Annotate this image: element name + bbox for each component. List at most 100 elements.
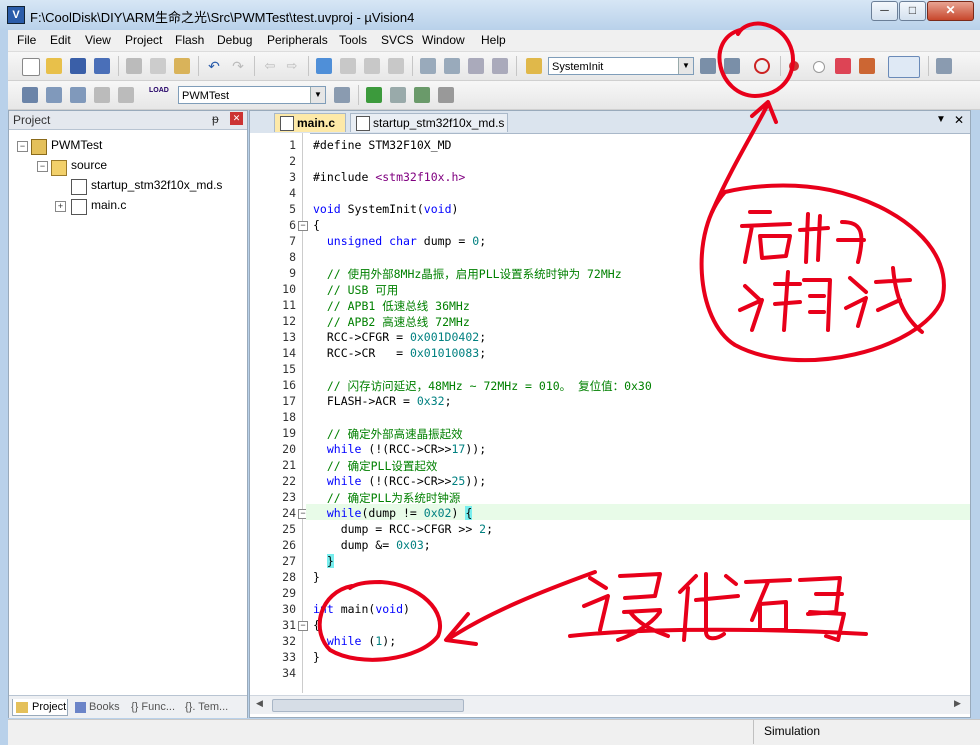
menu-window[interactable]: Window (422, 33, 465, 47)
code-line[interactable]: RCC->CFGR = 0x001D0402; (313, 330, 486, 344)
code-line[interactable]: // 使用外部8MHz晶振，启用PLL设置系统时钟为 72MHz (313, 266, 622, 282)
tab-list-dropdown-icon[interactable]: ▼ (936, 114, 946, 125)
disable-all-breakpoints-icon[interactable] (835, 58, 851, 74)
code-line[interactable]: unsigned char dump = 0; (313, 234, 486, 248)
bookmark-icon[interactable] (316, 58, 332, 74)
stop-build-icon[interactable] (118, 87, 134, 103)
code-line[interactable]: dump = RCC->CFGR >> 2; (313, 522, 493, 536)
code-line[interactable]: dump &= 0x03; (313, 538, 431, 552)
select-packs-icon[interactable] (414, 87, 430, 103)
target-options-icon[interactable] (334, 87, 350, 103)
redo-icon[interactable]: ↷ (230, 58, 246, 74)
code-line[interactable]: FLASH->ACR = 0x32; (313, 394, 452, 408)
download-icon[interactable]: LOAD (149, 86, 169, 104)
configure-icon[interactable] (936, 58, 952, 74)
clear-bookmarks-icon[interactable] (388, 58, 404, 74)
menu-tools[interactable]: Tools (339, 33, 367, 47)
scrollbar-thumb[interactable] (272, 699, 464, 712)
incremental-find-icon[interactable] (724, 58, 740, 74)
code-line[interactable]: // APB2 高速总线 72MHz (313, 314, 470, 330)
menu-file[interactable]: File (17, 33, 36, 47)
fold-toggle-icon[interactable]: − (298, 621, 308, 631)
nav-back-icon[interactable]: ⇦ (262, 58, 278, 74)
function-combo[interactable]: SystemInit ▼ (548, 57, 694, 75)
uvision-app-icon[interactable]: V (7, 6, 25, 24)
close-tab-icon[interactable]: ✕ (954, 113, 964, 127)
tab-books[interactable]: Books (73, 699, 120, 716)
maximize-button[interactable]: □ (899, 1, 926, 21)
prev-bookmark-icon[interactable] (340, 58, 356, 74)
pane-close-icon[interactable]: ✕ (230, 112, 243, 125)
chevron-down-icon[interactable]: ▼ (678, 58, 693, 74)
start-debug-session-icon[interactable] (754, 58, 770, 74)
batch-build-icon[interactable] (94, 87, 110, 103)
tab-functions[interactable]: {} Func... (131, 699, 175, 716)
code-line[interactable]: while (!(RCC->CR>>17)); (313, 442, 486, 456)
scroll-left-icon[interactable]: ◀ (256, 698, 263, 709)
tree-group-source[interactable]: source (71, 158, 107, 172)
code-line[interactable]: // 确定外部高速晶振起效 (313, 426, 463, 442)
code-line[interactable]: // USB 可用 (313, 282, 398, 298)
undo-icon[interactable]: ↶ (206, 58, 222, 74)
manage-components-icon[interactable] (366, 87, 382, 103)
open-folder-icon[interactable] (46, 58, 62, 74)
menu-flash[interactable]: Flash (175, 33, 204, 47)
horizontal-scrollbar[interactable]: ◀ ▶ (250, 695, 970, 714)
unindent-icon[interactable] (444, 58, 460, 74)
cut-icon[interactable] (126, 58, 142, 74)
tab-startup[interactable]: startup_stm32f10x_md.s (350, 113, 508, 132)
code-line[interactable]: int main(void) (313, 602, 410, 616)
tab-project[interactable]: Project (12, 699, 68, 716)
next-bookmark-icon[interactable] (364, 58, 380, 74)
disable-breakpoint-icon[interactable] (813, 61, 825, 73)
uncomment-icon[interactable] (492, 58, 508, 74)
comment-icon[interactable] (468, 58, 484, 74)
save-icon[interactable] (70, 58, 86, 74)
paste-icon[interactable] (174, 58, 190, 74)
menu-view[interactable]: View (85, 33, 111, 47)
translate-icon[interactable] (22, 87, 38, 103)
indent-icon[interactable] (420, 58, 436, 74)
insert-breakpoint-icon[interactable] (789, 61, 799, 71)
tab-templates[interactable]: {}. Tem... (185, 699, 228, 716)
menu-edit[interactable]: Edit (50, 33, 71, 47)
scroll-right-icon[interactable]: ▶ (954, 698, 961, 709)
tree-file-startup[interactable]: startup_stm32f10x_md.s (91, 178, 222, 192)
code-line[interactable]: while (1); (313, 634, 396, 648)
minimize-button[interactable]: ─ (871, 1, 898, 21)
code-line[interactable]: // 闪存访问延迟，48MHz ~ 72MHz = 010。 复位值：0x30 (313, 378, 652, 394)
code-line[interactable]: while(dump != 0x02) { (313, 506, 473, 520)
pin-icon[interactable]: ᵽ (212, 112, 219, 126)
close-button[interactable]: ✕ (927, 1, 974, 21)
find-icon[interactable] (700, 58, 716, 74)
device-database-icon[interactable] (438, 87, 454, 103)
menu-svcs[interactable]: SVCS (381, 33, 414, 47)
code-line[interactable]: { (313, 218, 320, 232)
code-line[interactable]: #define STM32F10X_MD (313, 138, 451, 152)
code-line[interactable]: // 确定PLL为系统时钟源 (313, 490, 461, 506)
collapse-icon[interactable]: − (37, 161, 48, 172)
save-all-icon[interactable] (94, 58, 110, 74)
code-line[interactable]: // 确定PLL设置起效 (313, 458, 438, 474)
menu-peripherals[interactable]: Peripherals (267, 33, 328, 47)
code-line[interactable]: { (313, 618, 320, 632)
code-line[interactable]: } (313, 650, 320, 664)
tab-main-c[interactable]: main.c (274, 113, 346, 132)
build-icon[interactable] (46, 87, 62, 103)
menu-help[interactable]: Help (481, 33, 506, 47)
nav-forward-icon[interactable]: ⇨ (284, 58, 300, 74)
code-line[interactable]: } (313, 570, 320, 584)
code-line[interactable]: // APB1 低速总线 36MHz (313, 298, 470, 314)
code-line[interactable]: } (313, 554, 334, 568)
window-layout-dropdown-icon[interactable] (888, 56, 920, 78)
rebuild-icon[interactable] (70, 87, 86, 103)
expand-icon[interactable]: + (55, 201, 66, 212)
tree-project-root[interactable]: PWMTest (51, 138, 102, 152)
kill-all-breakpoints-icon[interactable] (859, 58, 875, 74)
code-line[interactable]: RCC->CR = 0x01010083; (313, 346, 486, 360)
code-line[interactable]: while (!(RCC->CR>>25)); (313, 474, 486, 488)
copy-icon[interactable] (150, 58, 166, 74)
menu-debug[interactable]: Debug (217, 33, 252, 47)
chevron-down-icon[interactable]: ▼ (310, 87, 325, 103)
target-combo[interactable]: PWMTest ▼ (178, 86, 326, 104)
